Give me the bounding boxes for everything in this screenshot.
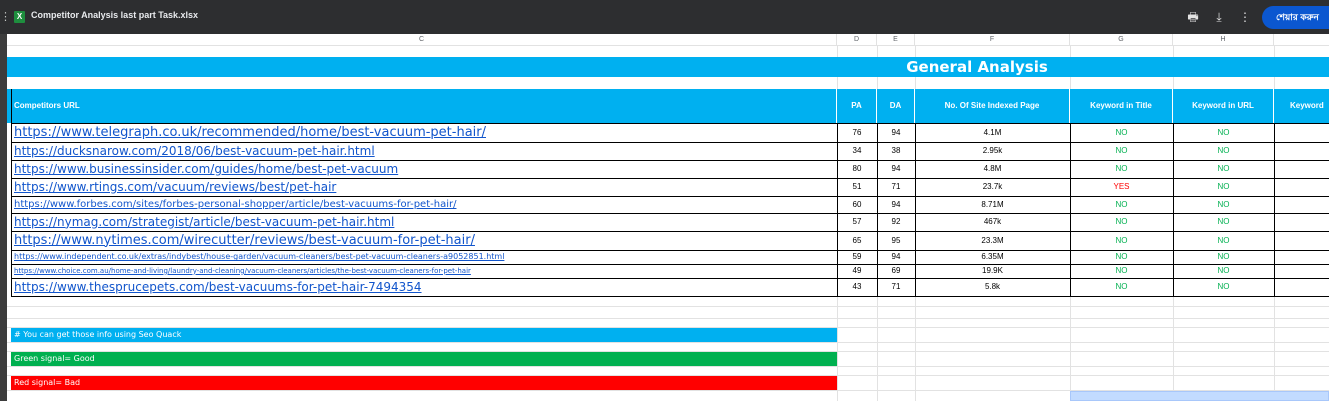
indexed-pages-cell[interactable]: 4.8M (915, 164, 1070, 174)
keyword-in-title-cell[interactable]: NO (1070, 200, 1173, 210)
indexed-pages-cell[interactable]: 19.9K (915, 266, 1070, 276)
da-cell[interactable]: 69 (877, 266, 915, 276)
keyword-in-title-cell[interactable]: NO (1070, 266, 1173, 276)
column-header-c[interactable]: C (7, 34, 837, 46)
pa-cell[interactable]: 60 (837, 200, 877, 210)
keyword-in-title-cell[interactable]: NO (1070, 252, 1173, 262)
note-green-signal[interactable]: Green signal= Good (11, 352, 837, 366)
keyword-in-url-cell[interactable]: NO (1173, 266, 1274, 276)
indexed-pages-cell[interactable]: 467k (915, 217, 1070, 227)
pa-cell[interactable]: 43 (837, 282, 877, 292)
banner-title: General Analysis (906, 58, 1048, 76)
competitor-url-link[interactable]: https://www.independent.co.uk/extras/ind… (14, 252, 504, 262)
column-header-g[interactable]: G (1070, 34, 1173, 46)
da-cell[interactable]: 71 (877, 282, 915, 292)
row-border (11, 296, 1329, 297)
da-cell[interactable]: 95 (877, 236, 915, 246)
header-keyword-in-url[interactable]: Keyword in URL (1173, 89, 1274, 123)
keyword-in-title-cell[interactable]: YES (1070, 182, 1173, 192)
grid-line (7, 306, 1329, 307)
competitor-url-link[interactable]: https://ducksnarow.com/2018/06/best-vacu… (14, 144, 375, 158)
keyword-in-url-cell[interactable]: NO (1173, 200, 1274, 210)
column-header-bar: C D E F G H (0, 34, 1329, 46)
header-pa[interactable]: PA (837, 89, 877, 123)
indexed-pages-cell[interactable]: 2.95k (915, 146, 1070, 156)
column-header-h[interactable]: H (1173, 34, 1274, 46)
general-analysis-banner[interactable]: General Analysis (7, 57, 1329, 77)
competitor-url-link[interactable]: https://nymag.com/strategist/article/bes… (14, 215, 394, 229)
da-cell[interactable]: 94 (877, 200, 915, 210)
header-indexed-pages[interactable]: No. Of Site Indexed Page (915, 89, 1070, 123)
keyword-in-url-cell[interactable]: NO (1173, 236, 1274, 246)
keyword-in-url-cell[interactable]: NO (1173, 146, 1274, 156)
header-keyword-in-title[interactable]: Keyword in Title (1070, 89, 1173, 123)
pa-cell[interactable]: 59 (837, 252, 877, 262)
indexed-pages-cell[interactable]: 23.3M (915, 236, 1070, 246)
competitor-url-link[interactable]: https://www.choice.com.au/home-and-livin… (14, 267, 471, 275)
keyword-in-url-cell[interactable]: NO (1173, 128, 1274, 138)
da-cell[interactable]: 71 (877, 182, 915, 192)
pa-cell[interactable]: 57 (837, 217, 877, 227)
pa-cell[interactable]: 65 (837, 236, 877, 246)
pa-cell[interactable]: 49 (837, 266, 877, 276)
pa-cell[interactable]: 76 (837, 128, 877, 138)
header-da[interactable]: DA (877, 89, 915, 123)
indexed-pages-cell[interactable]: 6.35M (915, 252, 1070, 262)
competitor-url-link[interactable]: https://www.telegraph.co.uk/recommended/… (14, 125, 486, 141)
corner-select[interactable] (0, 34, 7, 46)
more-options-icon[interactable]: ⋮ (1237, 9, 1253, 25)
da-cell[interactable]: 94 (877, 164, 915, 174)
print-icon[interactable]: 🖶 (1185, 9, 1201, 25)
indexed-pages-cell[interactable]: 8.71M (915, 200, 1070, 210)
grid-line (7, 342, 1329, 343)
indexed-pages-cell[interactable]: 23.7k (915, 182, 1070, 192)
row-header-bar (0, 46, 7, 401)
grid-line (7, 318, 1329, 319)
column-header-d[interactable]: D (837, 34, 877, 46)
indexed-pages-cell[interactable]: 4.1M (915, 128, 1070, 138)
menu-handle-icon[interactable]: ⋮ (0, 10, 11, 23)
competitor-url-link[interactable]: https://www.rtings.com/vacuum/reviews/be… (14, 180, 336, 194)
share-button[interactable]: শেয়ার করুন (1262, 6, 1329, 29)
keyword-in-title-cell[interactable]: NO (1070, 282, 1173, 292)
da-cell[interactable]: 92 (877, 217, 915, 227)
keyword-in-title-cell[interactable]: NO (1070, 217, 1173, 227)
column-header-f[interactable]: F (915, 34, 1070, 46)
keyword-in-url-cell[interactable]: NO (1173, 282, 1274, 292)
keyword-in-url-cell[interactable]: NO (1173, 252, 1274, 262)
column-header-e[interactable]: E (877, 34, 915, 46)
note-seo-quack[interactable]: # You can get those info using Seo Quack (11, 328, 837, 342)
da-cell[interactable]: 94 (877, 128, 915, 138)
selected-cell-range[interactable] (1070, 391, 1329, 401)
competitor-url-link[interactable]: https://www.nytimes.com/wirecutter/revie… (14, 233, 475, 249)
excel-file-icon: X (14, 11, 25, 23)
title-bar: ⋮ X Competitor Analysis last part Task.x… (0, 0, 1329, 34)
download-icon[interactable]: ⤓ (1211, 9, 1227, 25)
header-keyword-next[interactable]: Keyword (1274, 89, 1329, 123)
competitor-url-link[interactable]: https://www.thesprucepets.com/best-vacuu… (14, 280, 422, 294)
keyword-in-url-cell[interactable]: NO (1173, 164, 1274, 174)
competitor-url-link[interactable]: https://www.businessinsider.com/guides/h… (14, 162, 398, 176)
pa-cell[interactable]: 34 (837, 146, 877, 156)
pa-cell[interactable]: 51 (837, 182, 877, 192)
file-title: Competitor Analysis last part Task.xlsx (31, 10, 199, 20)
da-cell[interactable]: 38 (877, 146, 915, 156)
indexed-pages-cell[interactable]: 5.8k (915, 282, 1070, 292)
keyword-in-title-cell[interactable]: NO (1070, 164, 1173, 174)
keyword-in-url-cell[interactable]: NO (1173, 182, 1274, 192)
header-competitors-url[interactable]: Competitors URL (7, 89, 837, 123)
keyword-in-title-cell[interactable]: NO (1070, 146, 1173, 156)
keyword-in-title-cell[interactable]: NO (1070, 128, 1173, 138)
grid-line (7, 366, 1329, 367)
note-red-signal[interactable]: Red signal= Bad (11, 376, 837, 390)
keyword-in-url-cell[interactable]: NO (1173, 217, 1274, 227)
competitor-url-link[interactable]: https://www.forbes.com/sites/forbes-pers… (14, 199, 456, 211)
pa-cell[interactable]: 80 (837, 164, 877, 174)
da-cell[interactable]: 94 (877, 252, 915, 262)
keyword-in-title-cell[interactable]: NO (1070, 236, 1173, 246)
